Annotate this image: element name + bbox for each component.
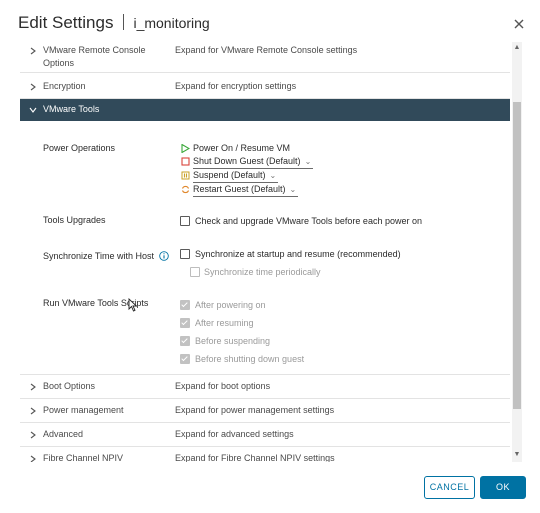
section-label: Power management [43,405,124,415]
section-label: Fibre Channel NPIV [43,453,124,462]
restart-dropdown-value: Restart Guest (Default) [193,184,286,194]
sync-periodic-option: Synchronize time periodically [204,267,321,277]
section-label-line1: VMware Remote Console [43,45,146,55]
tools-upgrades-label: Tools Upgrades [43,215,106,225]
title-separator [123,14,125,30]
section-label: VMware Remote Console Options [43,44,146,70]
ok-button[interactable]: OK [480,476,526,499]
chevron-right-icon [30,455,36,462]
section-vmware-tools-header[interactable]: VMware Tools [20,99,510,121]
before-shutdown-option: Before shutting down guest [195,354,305,364]
chevron-down-icon: ⌄ [269,171,277,180]
dialog-title-text: Edit Settings [18,13,114,32]
section-encryption[interactable]: Encryption Expand for encryption setting… [20,74,510,99]
chevron-right-icon [30,383,36,391]
section-description: Expand for encryption settings [175,81,297,91]
after-resume-option: After resuming [195,318,254,328]
section-description: Expand for power management settings [175,405,335,415]
chevron-right-icon [30,407,36,415]
shutdown-dropdown-value: Shut Down Guest (Default) [193,156,301,166]
shutdown-icon [181,157,190,166]
tools-upgrade-checkbox[interactable] [180,216,190,226]
chevron-down-icon [29,107,37,113]
section-label: VMware Tools [43,104,100,114]
section-boot-options[interactable]: Boot Options Expand for boot options [20,375,510,399]
section-label: Boot Options [43,381,96,391]
scroll-up-icon[interactable]: ▲ [513,44,521,52]
after-power-on-checkbox[interactable] [180,300,190,310]
chevron-right-icon [30,431,36,439]
info-icon[interactable] [159,251,169,261]
restart-icon [181,185,190,194]
scroll-down-icon[interactable]: ▼ [513,451,521,459]
restart-dropdown[interactable]: Restart Guest (Default) ⌄ [193,184,299,197]
section-power-management[interactable]: Power management Expand for power manage… [20,399,510,423]
cancel-button[interactable]: CANCEL [424,476,475,499]
section-description: Expand for VMware Remote Console setting… [175,45,358,55]
sync-periodic-checkbox[interactable] [190,267,200,277]
power-operations-label: Power Operations [43,143,116,153]
before-shutdown-checkbox[interactable] [180,354,190,364]
after-resume-checkbox[interactable] [180,318,190,328]
section-label-line2: Options [43,58,75,68]
chevron-down-icon: ⌄ [289,185,297,194]
settings-scroll-area: VMware Remote Console Options Expand for… [20,42,510,462]
vm-name: i_monitoring [133,15,210,31]
suspend-dropdown-value: Suspend (Default) [193,170,266,180]
section-fibre-channel[interactable]: Fibre Channel NPIV Expand for Fibre Chan… [20,447,510,462]
tools-upgrade-option: Check and upgrade VMware Tools before ea… [195,216,422,226]
after-power-on-option: After powering on [195,300,266,310]
dialog-title: Edit Settings i_monitoring [18,13,210,33]
suspend-dropdown[interactable]: Suspend (Default) ⌄ [193,170,279,183]
section-description: Expand for Fibre Channel NPIV settings [175,453,335,462]
sync-startup-option: Synchronize at startup and resume (recom… [195,249,401,259]
mouse-cursor-icon [128,298,138,312]
dialog-header: Edit Settings i_monitoring [0,0,540,46]
power-on-icon [181,144,190,153]
section-remote-console[interactable]: VMware Remote Console Options Expand for… [20,42,510,73]
power-on-text: Power On / Resume VM [193,143,291,153]
section-advanced[interactable]: Advanced Expand for advanced settings [20,423,510,447]
before-suspend-checkbox[interactable] [180,336,190,346]
shutdown-dropdown[interactable]: Shut Down Guest (Default) ⌄ [193,156,314,169]
section-description: Expand for advanced settings [175,429,294,439]
section-label: Encryption [43,81,86,91]
section-label: Advanced [43,429,84,439]
suspend-icon [181,171,190,180]
sync-startup-checkbox[interactable] [180,249,190,259]
chevron-right-icon [30,47,36,55]
scrollbar-thumb[interactable] [513,102,521,409]
close-icon[interactable] [512,17,526,31]
vertical-scrollbar[interactable]: ▲ ▼ [512,42,522,462]
before-suspend-option: Before suspending [195,336,271,346]
sync-time-label: Synchronize Time with Host [43,251,155,261]
chevron-down-icon: ⌄ [304,157,312,166]
section-description: Expand for boot options [175,381,271,391]
chevron-right-icon [30,83,36,91]
